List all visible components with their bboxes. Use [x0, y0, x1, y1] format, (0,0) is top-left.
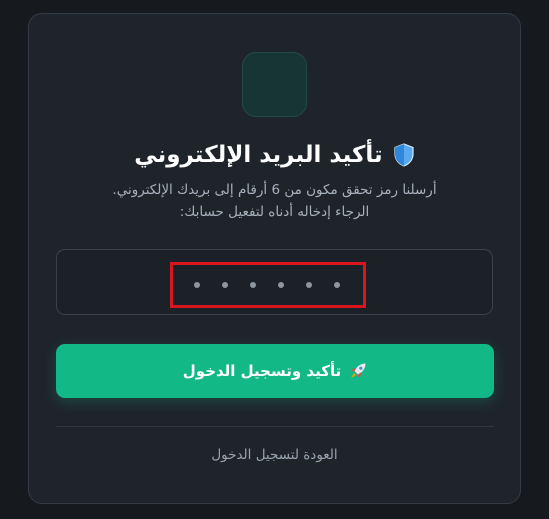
description: أرسلنا رمز تحقق مكون من 6 أرقام إلى بريد… — [29, 179, 520, 223]
rocket-icon — [351, 363, 366, 378]
logo-icon — [242, 52, 307, 117]
confirm-login-button[interactable]: تأكيد وتسجيل الدخول — [56, 344, 494, 398]
description-line-1: أرسلنا رمز تحقق مكون من 6 أرقام إلى بريد… — [112, 182, 437, 198]
shield-icon — [394, 143, 414, 167]
divider — [56, 426, 494, 427]
page-title: تأكيد البريد الإلكتروني — [29, 138, 520, 172]
submit-label: تأكيد وتسجيل الدخول — [182, 362, 342, 380]
back-to-login-link[interactable]: العودة لتسجيل الدخول — [29, 447, 520, 463]
description-line-2: الرجاء إدخاله أدناه لتفعيل حسابك: — [179, 204, 370, 220]
verification-card: تأكيد البريد الإلكتروني أرسلنا رمز تحقق … — [28, 13, 521, 504]
title-text: تأكيد البريد الإلكتروني — [134, 142, 383, 168]
annotation-highlight-box — [170, 262, 366, 308]
